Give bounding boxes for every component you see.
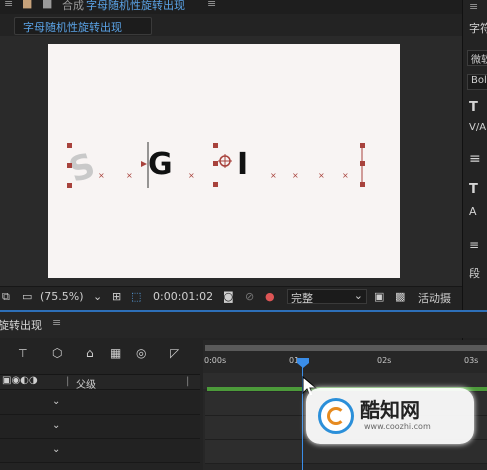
- transparency-grid-icon[interactable]: ▩: [395, 290, 405, 303]
- monitor-icon[interactable]: ▭: [22, 290, 32, 303]
- chevron-down-icon[interactable]: ⌄: [52, 420, 65, 432]
- chevron-down-icon[interactable]: ⌄: [93, 290, 102, 303]
- font-style-field[interactable]: Bold: [467, 74, 487, 90]
- comp-panel-header: ≡ ■ ■ 合成 字母随机性旋转出现 ≡: [0, 0, 462, 14]
- i-layer-handles[interactable]: [213, 143, 365, 187]
- column-separator: |: [186, 376, 190, 387]
- switch-icons[interactable]: ▣◉◐◑: [2, 375, 38, 386]
- font-family-field[interactable]: 微软: [467, 50, 487, 66]
- letter-i[interactable]: I: [237, 147, 248, 182]
- panel-menu-icon[interactable]: ≡: [4, 0, 13, 10]
- svg-text:×: ×: [318, 171, 325, 180]
- comp-flowchart-icon[interactable]: ⊤: [18, 347, 28, 360]
- layer-row[interactable]: ⌄: [0, 391, 200, 415]
- camera-snapshot-icon[interactable]: ◙: [223, 290, 234, 303]
- paragraph-menu-icon[interactable]: ≡: [469, 238, 479, 252]
- parent-column-label: 父级: [76, 380, 96, 391]
- letter-g[interactable]: G: [148, 147, 173, 182]
- grid-toggle-icon[interactable]: ⊞: [112, 290, 121, 303]
- layer-column-header: ▣◉◐◑ | 父级 |: [0, 374, 200, 391]
- motion-blur-icon[interactable]: ◎: [136, 346, 146, 360]
- viewer-toolbar: ⧉ ▭ (75.5%) ⌄ ⊞ ⬚ 0:00:01:02 ◙ ⊘ ● 完整 ⌄ …: [0, 286, 462, 306]
- panel-options-icon[interactable]: ≡: [207, 0, 216, 10]
- g-position-marker: [141, 161, 147, 167]
- ruler-tick: 03s: [464, 356, 479, 365]
- layer-row[interactable]: ⌄: [0, 415, 200, 439]
- resolution-value: 完整: [291, 292, 313, 305]
- svg-text:×: ×: [188, 171, 195, 180]
- vertical-scale-icon[interactable]: T: [469, 182, 478, 197]
- svg-text:×: ×: [270, 171, 277, 180]
- graph-editor-icon[interactable]: ◸: [170, 346, 179, 360]
- kerning-icon[interactable]: V/A: [469, 122, 486, 133]
- column-separator: |: [66, 376, 70, 387]
- motion-path: × × × × × × ×: [98, 171, 349, 180]
- comp-tab-label: 字母随机性旋转出现: [23, 21, 122, 34]
- timeline-switches-bar: ⊤ ⬡ ⌂ ▦ ◎ ◸: [0, 338, 200, 372]
- font-size-icon[interactable]: T: [469, 100, 478, 115]
- comp-tab[interactable]: 字母随机性旋转出现: [14, 17, 152, 35]
- timeline-menu-icon[interactable]: ≡: [52, 316, 61, 329]
- svg-text:×: ×: [126, 171, 133, 180]
- frame-blending-icon[interactable]: ▦: [110, 346, 121, 360]
- resolution-dropdown[interactable]: 完整 ⌄: [287, 289, 367, 305]
- after-effects-window: ≡ ■ ■ 合成 字母随机性旋转出现 ≡ 字母随机性旋转出现 S G I × ×…: [0, 0, 487, 470]
- playhead-handle[interactable]: [296, 357, 310, 369]
- watermark-brand: 酷知网: [360, 398, 420, 422]
- watermark-logo-icon: [318, 398, 354, 434]
- ruler-tick: 0:00s: [204, 356, 227, 365]
- lock-icon[interactable]: ■: [22, 0, 32, 10]
- magnification-value[interactable]: (75.5%): [40, 290, 84, 303]
- channel-icon[interactable]: ●: [265, 290, 275, 303]
- watermark-url: www.coozhi.com: [364, 422, 431, 431]
- current-time-field[interactable]: 0:00:01:02: [153, 290, 213, 303]
- comp-panel-icon: ■: [42, 0, 53, 10]
- comp-title-prefix: 合成: [62, 0, 84, 12]
- chevron-down-icon: ⌄: [353, 289, 363, 302]
- fast-previews-icon[interactable]: ▣: [374, 290, 384, 303]
- region-of-interest-icon[interactable]: ⧉: [2, 290, 10, 304]
- show-snapshot-icon[interactable]: ⊘: [245, 290, 254, 303]
- chevron-down-icon[interactable]: ⌄: [52, 444, 65, 456]
- para-panel-label: 段: [469, 267, 480, 280]
- timeline-header: 旋转出现 ≡: [0, 312, 487, 338]
- comp-title-name[interactable]: 字母随机性旋转出现: [86, 0, 185, 13]
- baseline-shift-icon[interactable]: A: [469, 205, 477, 218]
- work-area-bar[interactable]: [205, 345, 487, 351]
- ruler-tick: 02s: [377, 356, 392, 365]
- layer-row[interactable]: ⌄: [0, 439, 200, 463]
- panel-menu-icon[interactable]: ≡: [469, 0, 478, 13]
- align-icon[interactable]: ≡: [469, 151, 481, 167]
- svg-text:×: ×: [292, 171, 299, 180]
- svg-text:×: ×: [98, 171, 105, 180]
- mask-visibility-icon[interactable]: ⬚: [131, 290, 141, 303]
- char-panel-label: 字符: [469, 22, 487, 35]
- draft-3d-icon[interactable]: ⬡: [52, 346, 62, 360]
- time-ruler[interactable]: 0:00s 01 02s 03s: [203, 352, 487, 372]
- svg-text:×: ×: [342, 171, 349, 180]
- canvas-layers: S G I × × × × × × ×: [64, 142, 365, 191]
- timeline-tab-label[interactable]: 旋转出现: [0, 317, 42, 333]
- shy-layers-icon[interactable]: ⌂: [86, 346, 94, 360]
- comp-canvas[interactable]: S G I × × × × × × ×: [48, 44, 400, 278]
- chevron-down-icon[interactable]: ⌄: [52, 396, 65, 408]
- watermark: 酷知网 www.coozhi.com: [306, 388, 474, 444]
- active-camera-label[interactable]: 活动摄: [418, 290, 451, 306]
